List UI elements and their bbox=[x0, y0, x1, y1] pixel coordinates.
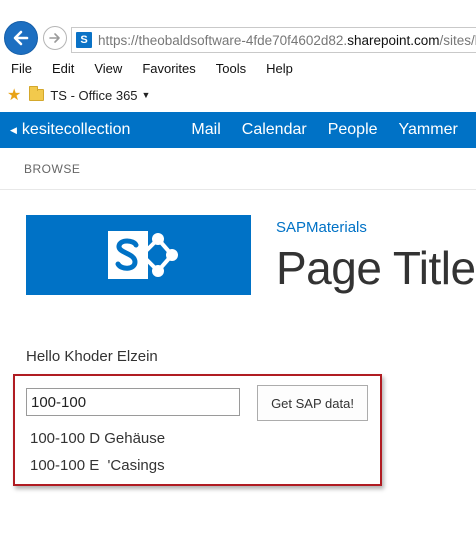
sharepoint-logo[interactable] bbox=[26, 215, 251, 295]
url-prefix: https://theobaldsoftware-4fde70f4602d82. bbox=[98, 32, 348, 48]
address-bar[interactable]: S https://theobaldsoftware-4fde70f4602d8… bbox=[71, 27, 476, 53]
list-item: 100-100 D Gehäuse bbox=[30, 430, 166, 447]
sharepoint-logo-icon bbox=[107, 231, 178, 279]
url-suffix: /sites/kesitecollection bbox=[439, 32, 476, 48]
nav-people[interactable]: People bbox=[328, 121, 378, 139]
chevron-left-icon[interactable]: ◀ bbox=[10, 125, 17, 136]
folder-icon bbox=[29, 86, 45, 101]
nav-mail[interactable]: Mail bbox=[191, 121, 220, 139]
menu-bar: File Edit View Favorites Tools Help bbox=[0, 57, 313, 79]
list-item: 100-100 E 'Casings bbox=[30, 457, 165, 474]
menu-edit[interactable]: Edit bbox=[52, 61, 74, 76]
material-number-input[interactable] bbox=[26, 388, 240, 416]
forward-button[interactable] bbox=[43, 26, 67, 50]
menu-view[interactable]: View bbox=[94, 61, 122, 76]
sap-webpart-container: Get SAP data! 100-100 D Gehäuse 100-100 … bbox=[13, 374, 382, 486]
favorites-star-icon[interactable]: ★ bbox=[7, 85, 21, 105]
result-list: 100-100 D Gehäuse 100-100 E 'Casings bbox=[30, 429, 165, 483]
arrow-right-icon bbox=[49, 33, 60, 43]
page-title: Page Title bbox=[276, 242, 476, 294]
menu-file[interactable]: File bbox=[11, 61, 32, 76]
url-domain: sharepoint.com bbox=[347, 32, 440, 48]
ribbon: BROWSE bbox=[0, 148, 476, 190]
menu-favorites[interactable]: Favorites bbox=[142, 61, 195, 76]
greeting-text: Hello Khoder Elzein bbox=[26, 348, 158, 365]
menu-tools[interactable]: Tools bbox=[216, 61, 246, 76]
nav-calendar[interactable]: Calendar bbox=[242, 121, 307, 139]
browser-chrome: S https://theobaldsoftware-4fde70f4602d8… bbox=[0, 0, 476, 112]
favorites-bar: ★ TS - Office 365 ▼ bbox=[0, 83, 150, 107]
nav-yammer[interactable]: Yammer bbox=[399, 121, 458, 139]
site-collection-link[interactable]: kesitecollection bbox=[22, 121, 131, 139]
favorites-folder-label[interactable]: TS - Office 365 bbox=[50, 88, 137, 103]
tab-browse[interactable]: BROWSE bbox=[24, 162, 80, 176]
chevron-down-icon[interactable]: ▼ bbox=[142, 90, 151, 100]
site-name-link[interactable]: SAPMaterials bbox=[276, 219, 367, 236]
back-button[interactable] bbox=[4, 21, 38, 55]
get-sap-data-button[interactable]: Get SAP data! bbox=[257, 385, 368, 421]
sharepoint-favicon-icon: S bbox=[76, 32, 92, 48]
suite-bar: ◀ kesitecollection Mail Calendar People … bbox=[0, 112, 476, 148]
arrow-left-icon bbox=[13, 30, 29, 46]
menu-help[interactable]: Help bbox=[266, 61, 293, 76]
